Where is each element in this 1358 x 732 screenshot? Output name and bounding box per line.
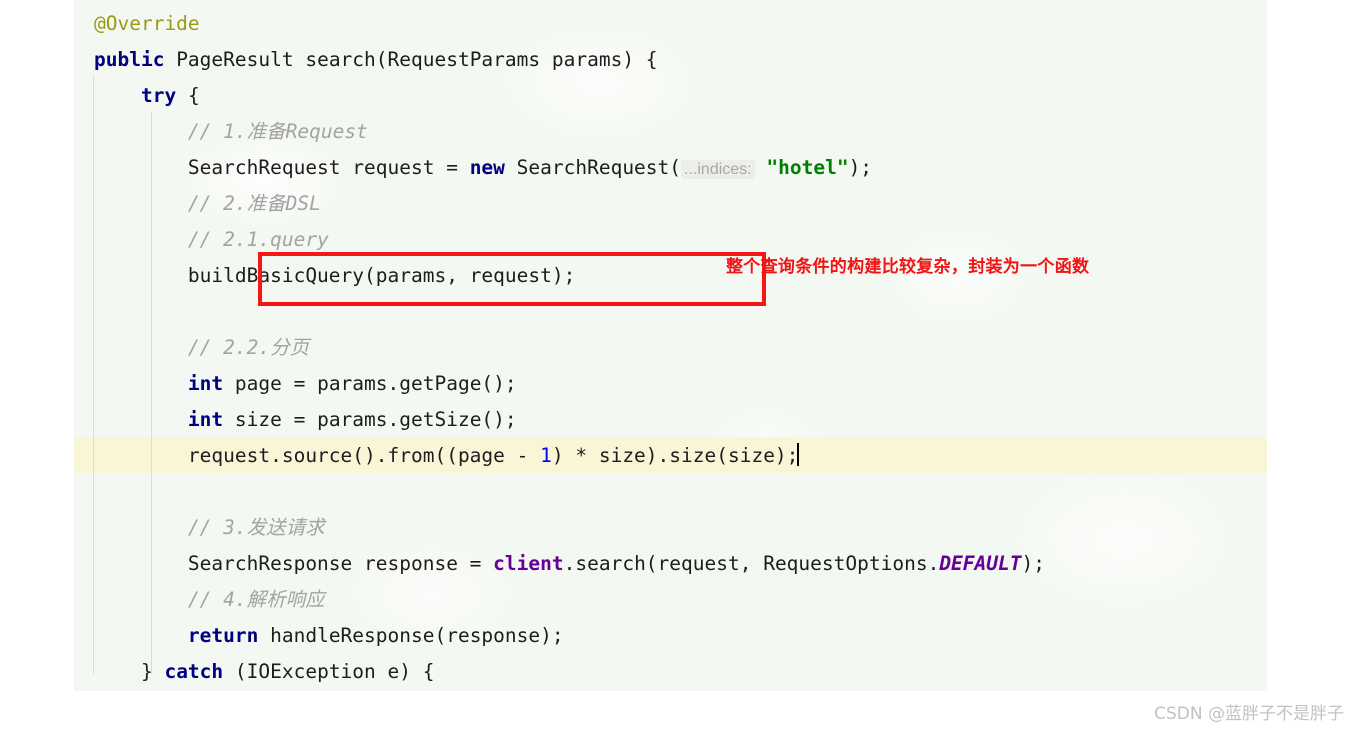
line-int-size[interactable]: int size = params.getSize(); <box>74 402 1267 438</box>
token-plain: size = params.getSize(); <box>223 408 517 431</box>
token-keyword: new <box>469 156 505 179</box>
token-keyword: public <box>94 48 165 71</box>
token-comment: // 2.2.分页 <box>187 336 310 359</box>
token-plain: SearchRequest request = <box>187 156 470 179</box>
token-static: DEFAULT <box>939 552 1022 575</box>
line-blank-1[interactable] <box>74 294 1267 330</box>
line-catch[interactable]: } catch (IOException e) { <box>74 654 1267 690</box>
line-request-source[interactable]: request.source().from((page - 1) * size)… <box>74 438 1267 474</box>
token-plain: handleResponse(response); <box>258 624 564 647</box>
code-editor-panel[interactable]: @Override public PageResult search(Reques… <box>74 0 1267 691</box>
line-comment-1[interactable]: // 1.准备Request <box>74 114 1267 150</box>
line-int-page[interactable]: int page = params.getPage(); <box>74 366 1267 402</box>
token-field: client <box>493 552 564 575</box>
line-search-response[interactable]: SearchResponse response = client.search(… <box>74 546 1267 582</box>
token-comment: // 2.准备DSL <box>187 192 321 215</box>
line-comment-2[interactable]: // 2.准备DSL <box>74 186 1267 222</box>
line-method-signature[interactable]: public PageResult search(RequestParams p… <box>74 42 1267 78</box>
token-paramhint: ...indices: <box>681 160 755 179</box>
token-plain: buildBasicQuery(params, request); <box>187 264 576 287</box>
line-blank-2[interactable] <box>74 474 1267 510</box>
token-comment: // 1.准备Request <box>187 120 368 143</box>
red-annotation-note: 整个查询条件的构建比较复杂，封装为一个函数 <box>726 257 1090 277</box>
line-try[interactable]: try { <box>74 78 1267 114</box>
token-plain: .search(request, RequestOptions. <box>563 552 940 575</box>
line-comment-2-2[interactable]: // 2.2.分页 <box>74 330 1267 366</box>
line-comment-3[interactable]: // 3.发送请求 <box>74 510 1267 546</box>
token-keyword: try <box>140 84 177 107</box>
token-annotation: @Override <box>94 12 200 35</box>
token-string: "hotel" <box>766 156 849 179</box>
token-plain: (IOException e) { <box>223 660 435 683</box>
line-override[interactable]: @Override <box>74 6 1267 42</box>
token-keyword: catch <box>164 660 224 683</box>
line-search-request[interactable]: SearchRequest request = new SearchReques… <box>74 150 1267 186</box>
token-number: 1 <box>540 444 552 467</box>
csdn-watermark: CSDN @蓝胖子不是胖子 <box>1154 704 1344 724</box>
token-plain: ); <box>1021 552 1045 575</box>
token-plain: PageResult search(RequestParams params) … <box>164 48 658 71</box>
line-comment-4[interactable]: // 4.解析响应 <box>74 582 1267 618</box>
token-plain: SearchResponse response = <box>187 552 494 575</box>
token-comment: // 3.发送请求 <box>187 516 325 539</box>
token-keyword: int <box>187 408 224 431</box>
token-plain: ) * size).size(size); <box>551 444 799 467</box>
code-text-layer[interactable]: @Override public PageResult search(Reques… <box>74 0 1267 690</box>
text-caret <box>797 443 800 466</box>
token-plain: } <box>140 660 165 683</box>
token-keyword: int <box>187 372 224 395</box>
line-return[interactable]: return handleResponse(response); <box>74 618 1267 654</box>
token-comment: // 4.解析响应 <box>187 588 325 611</box>
token-plain: ); <box>848 156 873 179</box>
token-plain: request.source().from((page - <box>187 444 541 467</box>
token-plain: { <box>176 84 200 107</box>
token-keyword: return <box>187 624 259 647</box>
token-comment: // 2.1.query <box>187 228 329 251</box>
token-plain: SearchRequest( <box>504 156 682 179</box>
token-plain: page = params.getPage(); <box>223 372 517 395</box>
